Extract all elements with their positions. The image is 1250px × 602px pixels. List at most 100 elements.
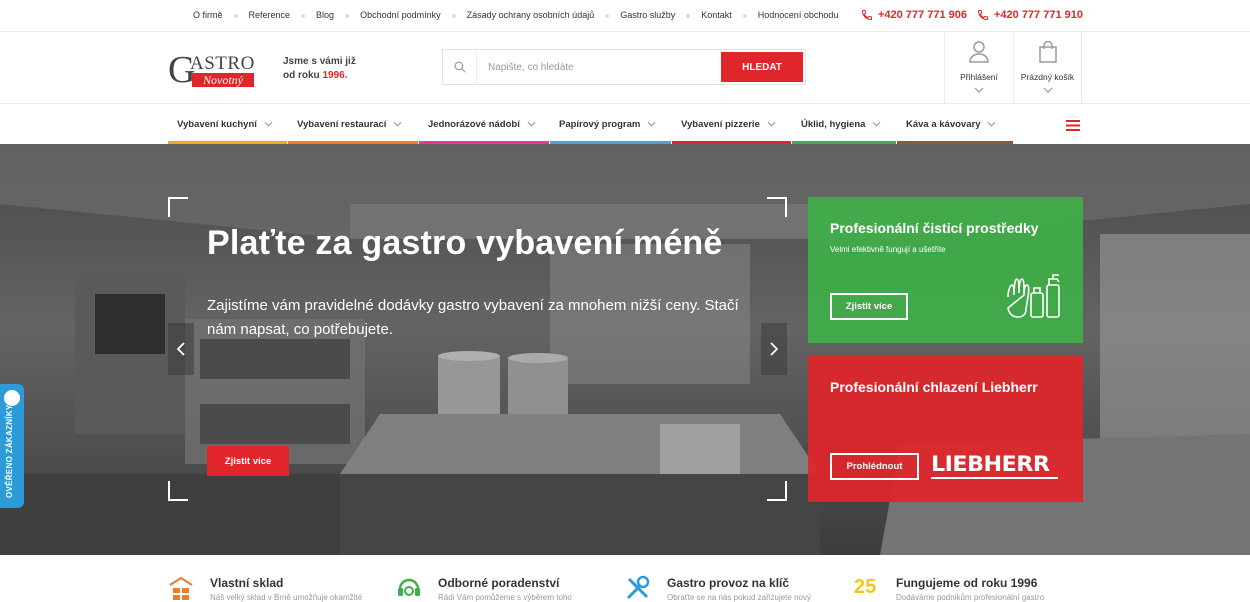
top-link-blog[interactable]: Blog [316, 10, 334, 20]
chevron-down-icon [767, 121, 776, 127]
chevron-down-icon [647, 121, 656, 127]
features-strip: Vlastní sklad Náš velký sklad v Brně umo… [0, 555, 1250, 602]
logo[interactable]: G ASTRO Novotný [168, 49, 256, 89]
bag-icon [1014, 41, 1081, 63]
separator-dot [301, 14, 306, 18]
feature-desc: Rádi Vám pomůžeme s výběrem toho [438, 593, 572, 602]
feature-desc: Dodáváme podnikům profesionální gastro [896, 593, 1045, 602]
card-subtitle: Velmi efektivně fungují a ušetříte [830, 245, 946, 254]
slider-prev-button[interactable] [168, 323, 194, 375]
separator-dot [345, 14, 350, 18]
promo-card-liebherr[interactable]: Profesionální chlazení Liebherr Prohlédn… [808, 356, 1083, 502]
main-nav: Vybavení kuchyní Vybavení restaurací Jed… [0, 104, 1250, 144]
feature-title: Gastro provoz na klíč [667, 576, 790, 590]
top-link-obchodni-podminky[interactable]: Obchodní podmínky [360, 10, 441, 20]
phone-contacts: +420 777 771 906 +420 777 771 910 [851, 9, 1083, 21]
phone-link-2[interactable]: +420 777 771 910 [977, 9, 1083, 21]
top-link-hodnoceni[interactable]: Hodnocení obchodu [758, 10, 839, 20]
promo-card-cleaning[interactable]: Profesionální čisticí prostředky Velmi e… [808, 197, 1083, 343]
separator-dot [233, 14, 238, 18]
feature-title: Odborné poradenství [438, 576, 560, 590]
feature-title: Vlastní sklad [210, 576, 284, 590]
phone-icon [977, 10, 988, 21]
top-link-kontakt[interactable]: Kontakt [701, 10, 732, 20]
tagline-line1: Jsme s vámi již [283, 56, 356, 67]
login-button[interactable]: Přihlášení [944, 32, 1013, 104]
top-link-reference[interactable]: Reference [249, 10, 291, 20]
nav-item-uklid-hygiena[interactable]: Úklid, hygiena [792, 104, 896, 144]
hero-text: Zajistíme vám pravidelné dodávky gastro … [207, 297, 739, 338]
top-link-o-firme[interactable]: O firmě [193, 10, 223, 20]
phone-number: +420 777 771 906 [877, 9, 967, 21]
tagline-year: 1996. [322, 70, 348, 81]
nav-item-label: Vybavení pizzerie [681, 118, 760, 130]
frame-corner [168, 197, 188, 217]
nav-item-label: Vybavení restaurací [297, 118, 387, 130]
card-button[interactable]: Prohlédnout [830, 453, 919, 480]
search-bar: HLEDAT [442, 49, 806, 85]
feature-desc: Náš velký sklad v Brně umožňuje okamžité [210, 593, 363, 602]
feature-desc: Obraťte se na nás pokud zařizujete nový [667, 593, 811, 602]
cart-label: Prázdný košík [1020, 72, 1075, 82]
warehouse-icon [169, 576, 193, 600]
cart-button[interactable]: Prázdný košík [1013, 32, 1082, 104]
card-button[interactable]: Zjistit více [830, 293, 908, 320]
nav-item-label: Úklid, hygiena [801, 118, 866, 130]
logo-top-text: ASTRO [190, 53, 255, 74]
hero-banner: Plaťte za gastro vybavení méně Zajistíme… [0, 144, 1250, 555]
user-icon [945, 41, 1013, 63]
separator-dot [686, 14, 691, 18]
frame-corner [767, 197, 787, 217]
frame-corner [767, 481, 787, 501]
card-title: Profesionální chlazení Liebherr [830, 379, 1038, 395]
chevron-down-icon [1014, 87, 1081, 93]
nav-item-label: Papírový program [559, 118, 641, 130]
chevron-down-icon [264, 121, 273, 127]
login-label: Přihlášení [960, 72, 998, 82]
nav-item-kava-kavovary[interactable]: Káva a kávovary [897, 104, 1013, 144]
search-button[interactable]: HLEDAT [721, 52, 803, 82]
nav-item-label: Káva a kávovary [906, 118, 981, 130]
verified-by-customers-badge[interactable]: OVĚŘENO ZÁKAZNÍKY [0, 384, 24, 508]
card-title: Profesionální čisticí prostředky [830, 220, 1039, 236]
nav-item-jednorazove-nadobi[interactable]: Jednorázové nádobí [419, 104, 549, 144]
chevron-down-icon [988, 121, 996, 127]
menu-icon[interactable] [1066, 118, 1080, 136]
feature-title: Fungujeme od roku 1996 [896, 576, 1038, 590]
separator-dot [605, 14, 610, 18]
separator-dot [451, 14, 456, 18]
slider-next-button[interactable] [761, 323, 787, 375]
chevron-left-icon [177, 342, 185, 356]
chevron-right-icon [770, 342, 778, 356]
frame-corner [168, 481, 188, 501]
search-icon [443, 50, 477, 84]
tagline: Jsme s vámi již od roku 1996. [283, 55, 356, 83]
logo-bottom-text: Novotný [192, 73, 254, 87]
tools-icon [626, 575, 650, 600]
hero-title: Plaťte za gastro vybavení méně [207, 224, 723, 262]
verified-label: OVĚŘENO ZÁKAZNÍKY [5, 404, 14, 498]
top-links: O firmě Reference Blog Obchodní podmínky… [193, 10, 838, 20]
phone-number: +420 777 771 910 [993, 9, 1083, 21]
top-link-zasady[interactable]: Zásady ochrany osobních údajů [467, 10, 595, 20]
phone-link-1[interactable]: +420 777 771 906 [861, 9, 967, 21]
hero-cta-button[interactable]: Zjistit více [207, 446, 289, 476]
headset-icon [398, 578, 420, 596]
chevron-down-icon [527, 121, 536, 127]
nav-item-label: Vybavení kuchyní [177, 118, 257, 130]
header: G ASTRO Novotný Jsme s vámi již od roku … [0, 32, 1250, 104]
top-bar: O firmě Reference Blog Obchodní podmínky… [0, 0, 1250, 32]
separator-dot [742, 14, 747, 18]
nav-item-vybaveni-restauraci[interactable]: Vybavení restaurací [288, 104, 418, 144]
nav-item-vybaveni-pizzerie[interactable]: Vybavení pizzerie [672, 104, 791, 144]
search-input[interactable] [477, 50, 719, 84]
nav-item-vybaveni-kuchyni[interactable]: Vybavení kuchyní [168, 104, 287, 144]
phone-icon [861, 10, 872, 21]
tagline-prefix: od roku [283, 70, 320, 81]
top-link-gastro-sluzby[interactable]: Gastro služby [620, 10, 675, 20]
chevron-down-icon [872, 121, 881, 127]
nav-item-papirovy-program[interactable]: Papírový program [550, 104, 671, 144]
years-badge-icon: 25 [854, 576, 877, 598]
cleaning-products-icon [1007, 274, 1060, 318]
liebherr-logo: LIEBHERR [931, 453, 1058, 479]
